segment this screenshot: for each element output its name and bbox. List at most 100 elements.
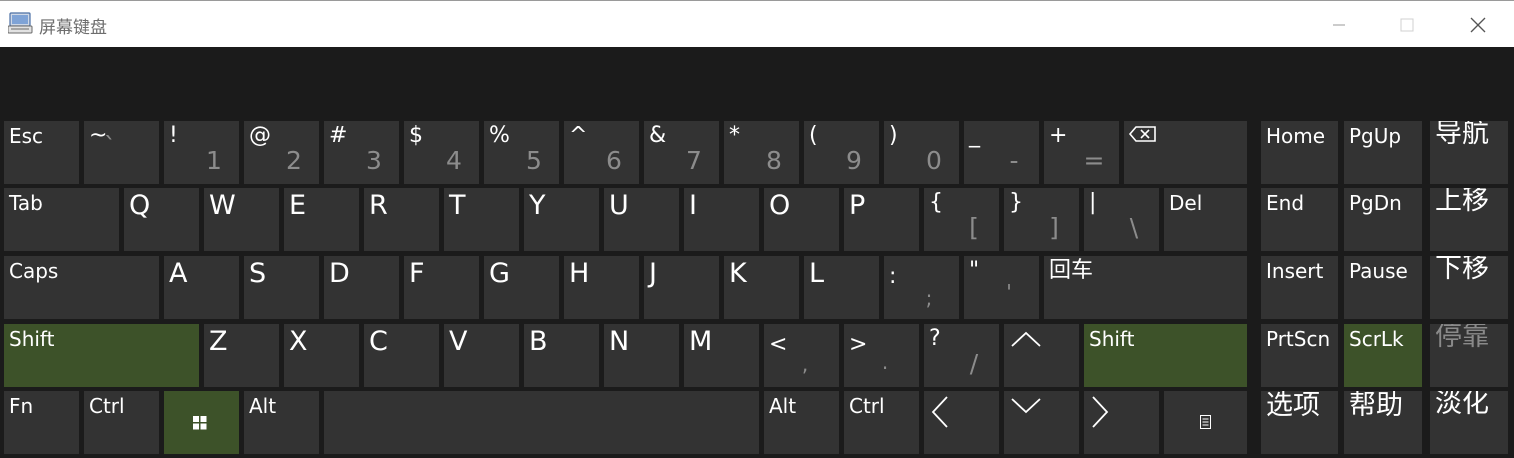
key-label: PrtScn (1266, 327, 1331, 351)
key-6[interactable]: ^ 6 (564, 121, 639, 184)
key-label: L (809, 258, 825, 289)
key-equals[interactable]: + = (1044, 121, 1119, 184)
key-label: A (169, 258, 188, 289)
key-pgup[interactable]: PgUp (1344, 121, 1422, 184)
key-2[interactable]: @2 (244, 121, 319, 184)
key-t[interactable]: T (444, 188, 519, 251)
key-menu[interactable] (1164, 391, 1247, 454)
key-move-up[interactable]: 上移 (1430, 188, 1508, 251)
key-y[interactable]: Y (524, 188, 599, 251)
key-semicolon[interactable]: :; (884, 256, 959, 319)
key-pgdn[interactable]: PgDn (1344, 188, 1422, 251)
key-7[interactable]: & 7 (644, 121, 719, 184)
key-right-alt[interactable]: Alt (764, 391, 839, 454)
key-left-ctrl[interactable]: Ctrl (84, 391, 159, 454)
key-p[interactable]: P (844, 188, 919, 251)
key-9[interactable]: (9 (804, 121, 879, 184)
key-minus[interactable]: _ - (964, 121, 1039, 184)
key-x[interactable]: X (284, 324, 359, 387)
key-i[interactable]: I (684, 188, 759, 251)
key-dock[interactable]: 停靠 (1430, 324, 1508, 387)
key-u[interactable]: U (604, 188, 679, 251)
key-move-down[interactable]: 下移 (1430, 256, 1508, 319)
key-label-top: _ (969, 123, 980, 148)
key-g[interactable]: G (484, 256, 559, 319)
key-w[interactable]: W (204, 188, 279, 251)
chevron-left-icon (931, 396, 948, 428)
key-caps[interactable]: Caps (4, 256, 159, 319)
key-o[interactable]: O (764, 188, 839, 251)
key-3[interactable]: #3 (324, 121, 399, 184)
key-left-bracket[interactable]: {[ (924, 188, 999, 251)
minimize-button[interactable] (1316, 9, 1362, 41)
key-period[interactable]: >. (844, 324, 919, 387)
maximize-button[interactable] (1384, 9, 1430, 41)
key-label: 淡化 (1435, 391, 1489, 419)
key-5[interactable]: % 5 (484, 121, 559, 184)
key-label-top: : (889, 264, 897, 289)
key-tab[interactable]: Tab (4, 188, 119, 251)
key-pause[interactable]: Pause (1344, 256, 1422, 319)
key-right-arrow[interactable] (1084, 391, 1159, 454)
key-insert[interactable]: Insert (1261, 256, 1338, 319)
key-q[interactable]: Q (124, 188, 199, 251)
key-enter[interactable]: 回车 (1044, 256, 1247, 319)
key-h[interactable]: H (564, 256, 639, 319)
key-fade[interactable]: 淡化 (1430, 391, 1508, 454)
key-a[interactable]: A (164, 256, 239, 319)
key-help[interactable]: 帮助 (1344, 391, 1422, 454)
key-end[interactable]: End (1261, 188, 1338, 251)
key-n[interactable]: N (604, 324, 679, 387)
key-right-bracket[interactable]: }] (1004, 188, 1079, 251)
key-left-arrow[interactable] (924, 391, 999, 454)
key-4[interactable]: $4 (404, 121, 479, 184)
key-left-alt[interactable]: Alt (244, 391, 319, 454)
key-nav[interactable]: 导航 (1430, 121, 1508, 184)
close-button[interactable] (1455, 9, 1501, 41)
key-m[interactable]: M (684, 324, 759, 387)
key-tilde[interactable]: ~ ` (84, 121, 159, 184)
key-del[interactable]: Del (1164, 188, 1247, 251)
key-c[interactable]: C (364, 324, 439, 387)
key-0[interactable]: ) 0 (884, 121, 959, 184)
key-e[interactable]: E (284, 188, 359, 251)
on-screen-keyboard-icon (8, 12, 33, 34)
key-space[interactable] (324, 391, 759, 454)
title-bar: 屏幕键盘 (0, 0, 1514, 47)
key-down-arrow[interactable] (1004, 391, 1079, 454)
key-label: PgDn (1349, 191, 1402, 215)
key-windows[interactable] (164, 391, 239, 454)
key-label: Home (1266, 124, 1326, 148)
key-options[interactable]: 选项 (1261, 391, 1338, 454)
windows-logo-icon (193, 416, 207, 430)
key-home[interactable]: Home (1261, 121, 1338, 184)
key-backslash[interactable]: | \ (1084, 188, 1159, 251)
key-v[interactable]: V (444, 324, 519, 387)
key-l[interactable]: L (804, 256, 879, 319)
key-comma[interactable]: <, (764, 324, 839, 387)
key-k[interactable]: K (724, 256, 799, 319)
key-fn[interactable]: Fn (4, 391, 79, 454)
key-1[interactable]: ! 1 (164, 121, 239, 184)
key-label: D (329, 258, 350, 289)
key-label-top: * (729, 123, 740, 148)
key-right-ctrl[interactable]: Ctrl (844, 391, 919, 454)
key-z[interactable]: Z (204, 324, 279, 387)
key-d[interactable]: D (324, 256, 399, 319)
key-quote[interactable]: " ' (964, 256, 1039, 319)
key-backspace[interactable] (1124, 121, 1247, 184)
key-slash[interactable]: ? / (924, 324, 999, 387)
key-r[interactable]: R (364, 188, 439, 251)
key-label: U (609, 190, 629, 221)
key-j[interactable]: J (644, 256, 719, 319)
key-b[interactable]: B (524, 324, 599, 387)
key-8[interactable]: * 8 (724, 121, 799, 184)
key-s[interactable]: S (244, 256, 319, 319)
key-left-shift[interactable]: Shift (4, 324, 199, 387)
key-f[interactable]: F (404, 256, 479, 319)
key-scrlk[interactable]: ScrLk (1344, 324, 1422, 387)
key-esc[interactable]: Esc (4, 121, 79, 184)
key-right-shift[interactable]: Shift (1084, 324, 1247, 387)
key-up-arrow[interactable] (1004, 324, 1079, 387)
key-prtscn[interactable]: PrtScn (1261, 324, 1338, 387)
